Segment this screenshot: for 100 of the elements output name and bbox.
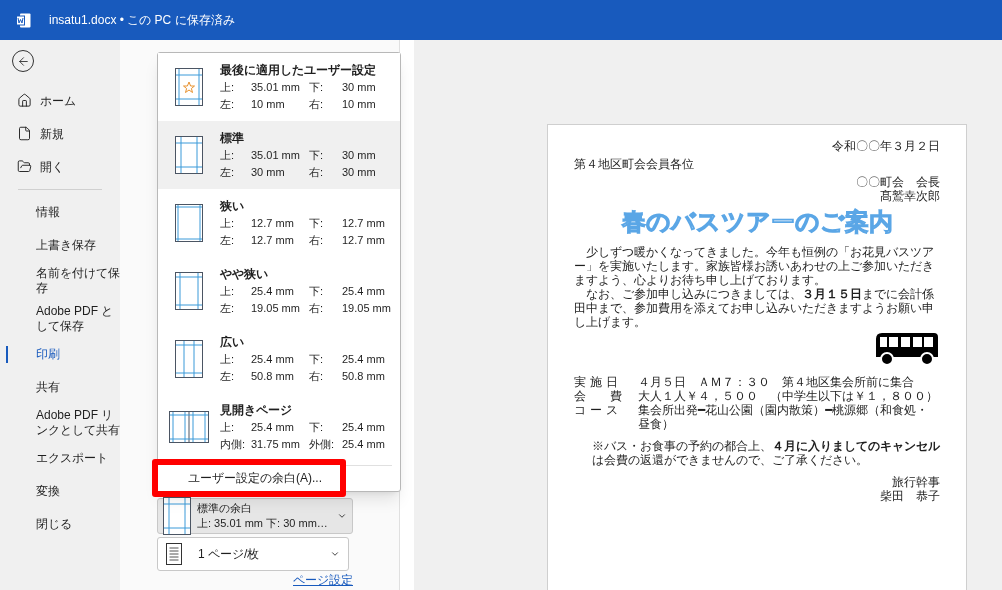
margin-label: 上: <box>220 79 236 95</box>
word-app-icon <box>16 12 31 28</box>
letter-paragraph: なお、ご参加申し込みにつきましては、３月１５日までに会計係田中まで、参加費用を添えてお申し込みいただきますようお願い申し上げます。 <box>574 287 935 329</box>
sidebar-item[interactable]: 新規 <box>0 117 120 150</box>
margin-option[interactable]: 見開きページ 上: 25.4 mm 下: 25.4 mm 内側: 31.75 mm 外側: 25.4 mm <box>158 393 400 461</box>
bus-icon <box>874 331 940 367</box>
detail-label: コ ー ス <box>574 403 619 419</box>
sidebar-item[interactable]: ホーム <box>0 84 120 117</box>
margin-label: 左: <box>220 96 236 112</box>
folder-icon <box>17 159 32 174</box>
letter-note: ※バス・お食事の予約の都合上、４月に入りましてのキャンセルは会費の返還ができませんので、ご了承ください。 <box>591 439 940 467</box>
detail-value: ４月５日 ＡＭ７：３０ 第４地区集会所前に集合 <box>638 375 914 389</box>
margin-value: 12.7 mm <box>251 232 295 248</box>
document-icon <box>17 126 32 141</box>
page-setup-link[interactable]: ページ設定 <box>293 573 353 588</box>
sidebar-item[interactable]: 共有 <box>36 380 120 395</box>
page-lines-icon <box>166 543 182 565</box>
sidebar-item[interactable]: 変換 <box>36 484 120 499</box>
margin-label: 左: <box>220 368 236 384</box>
margin-value: 25.4 mm <box>342 419 385 435</box>
detail-value: 集会所出発━花山公園（園内散策）━桃源郷（和食処・昼食） <box>638 403 930 431</box>
margin-label: 外側: <box>309 436 336 452</box>
margin-value: 35.01 mm <box>251 79 301 95</box>
sidebar-item[interactable]: 閉じる <box>36 517 120 532</box>
letter-addressee: 第４地区町会会員各位 <box>574 157 695 171</box>
margin-value: 12.7 mm <box>342 215 385 231</box>
margin-label: 下: <box>309 419 325 435</box>
page-margins-icon <box>175 204 203 242</box>
margins-selector[interactable]: 標準の余白 上: 35.01 mm 下: 30 mm… <box>157 498 353 534</box>
margin-value: 12.7 mm <box>251 215 295 231</box>
selector-detail: 上: 35.01 mm 下: 30 mm… <box>197 516 328 531</box>
margin-label: 右: <box>309 164 325 180</box>
margin-option[interactable]: 最後に適用したユーザー設定 上: 35.01 mm 下: 30 mm 左: 10 mm 右: 10 mm <box>158 53 400 121</box>
letter-paragraph: 少しずつ暖かくなってきました。今年も恒例の「お花見バスツアー」を実施いたします。家族皆様お誘いあわせの上ご参加いただきますよう、心よりお待ち申し上げております。 <box>574 245 935 287</box>
margin-value: 25.4 mm <box>342 283 385 299</box>
sidebar-item[interactable]: 名前を付けて保存 <box>36 266 120 296</box>
margin-label: 右: <box>309 96 325 112</box>
margin-option[interactable]: 狭い 上: 12.7 mm 下: 12.7 mm 左: 12.7 mm 右: 12.7 mm <box>158 189 400 257</box>
margin-label: 上: <box>220 351 236 367</box>
margin-label: 左: <box>220 164 236 180</box>
margin-value: 50.8 mm <box>251 368 295 384</box>
sidebar-item[interactable]: Adobe PDF として保存 <box>36 304 120 334</box>
sidebar-item[interactable]: Adobe PDF リンクとして共有 <box>36 408 120 438</box>
margin-label: 上: <box>220 419 236 435</box>
document-title: insatu1.docx • この PC に保存済み <box>49 12 235 29</box>
margin-label: 下: <box>309 215 325 231</box>
margin-label: 上: <box>220 147 236 163</box>
margin-label: 左: <box>220 232 236 248</box>
margin-value: 30 mm <box>342 164 376 180</box>
page-margins-icon <box>175 68 203 106</box>
margin-value: 35.01 mm <box>251 147 301 163</box>
detail-label: 会 費 <box>574 389 623 403</box>
page-margins-icon <box>163 497 191 535</box>
margin-label: 下: <box>309 283 325 299</box>
detail-label: 実 施 日 <box>574 375 619 389</box>
sidebar-item[interactable]: 上書き保存 <box>36 238 120 253</box>
margin-label: 上: <box>220 283 236 299</box>
margin-label: 左: <box>220 300 236 316</box>
letter-title: 春のバスツアーのご案内 <box>621 207 893 237</box>
margin-value: 31.75 mm <box>251 436 301 452</box>
margin-value: 50.8 mm <box>342 368 385 384</box>
margin-label: 下: <box>309 147 325 163</box>
chevron-icon <box>337 511 347 521</box>
custom-margins-button[interactable]: ユーザー設定の余白(A)... <box>158 465 340 491</box>
pages-per-sheet-selector[interactable]: 1 ページ/枚 <box>157 537 349 571</box>
option-name: 最後に適用したユーザー設定 <box>220 61 376 79</box>
margin-value: 25.4 mm <box>251 283 295 299</box>
margin-option[interactable]: 広い 上: 25.4 mm 下: 25.4 mm 左: 50.8 mm 右: 50.8 mm <box>158 325 400 393</box>
home-icon <box>17 93 32 108</box>
margin-label: 右: <box>309 232 325 248</box>
sidebar-item[interactable]: エクスポート <box>36 451 120 466</box>
margin-value: 25.4 mm <box>251 351 295 367</box>
margin-label: 下: <box>309 79 325 95</box>
sender-line: 髙鷲幸次郎 <box>880 189 940 203</box>
page-margins-icon <box>175 272 203 310</box>
chevron-icon <box>330 549 340 559</box>
margin-option[interactable]: 標準 上: 35.01 mm 下: 30 mm 左: 30 mm 右: 30 mm <box>158 121 400 189</box>
sender-line: 〇〇町会 会長 <box>856 175 940 189</box>
signature-line: 柴田 恭子 <box>880 489 940 503</box>
sidebar-item[interactable]: 開く <box>0 150 120 183</box>
margin-value: 19.05 mm <box>342 300 391 316</box>
margin-value: 30 mm <box>342 147 376 163</box>
sidebar-item[interactable]: 印刷 <box>36 347 120 362</box>
letter-date: 令和〇〇年３月２日 <box>832 139 940 153</box>
option-name: 広い <box>220 333 245 351</box>
margin-value: 25.4 mm <box>251 419 295 435</box>
sidebar-item[interactable]: 情報 <box>36 205 120 220</box>
margin-label: 右: <box>309 368 325 384</box>
selector-title: 標準の余白 <box>197 501 252 516</box>
signature-line: 旅行幹事 <box>892 475 940 489</box>
margin-label: 右: <box>309 300 325 316</box>
margin-option[interactable]: やや狭い 上: 25.4 mm 下: 25.4 mm 左: 19.05 mm 右: 19.05 mm <box>158 257 400 325</box>
margin-label: 上: <box>220 215 236 231</box>
margin-value: 12.7 mm <box>342 232 385 248</box>
page-margins-icon <box>175 136 203 174</box>
mirrored-margins-icon <box>169 411 209 443</box>
margin-value: 10 mm <box>342 96 376 112</box>
option-name: 標準 <box>220 129 245 147</box>
option-name: 狭い <box>220 197 245 215</box>
margin-label: 内側: <box>220 436 247 452</box>
